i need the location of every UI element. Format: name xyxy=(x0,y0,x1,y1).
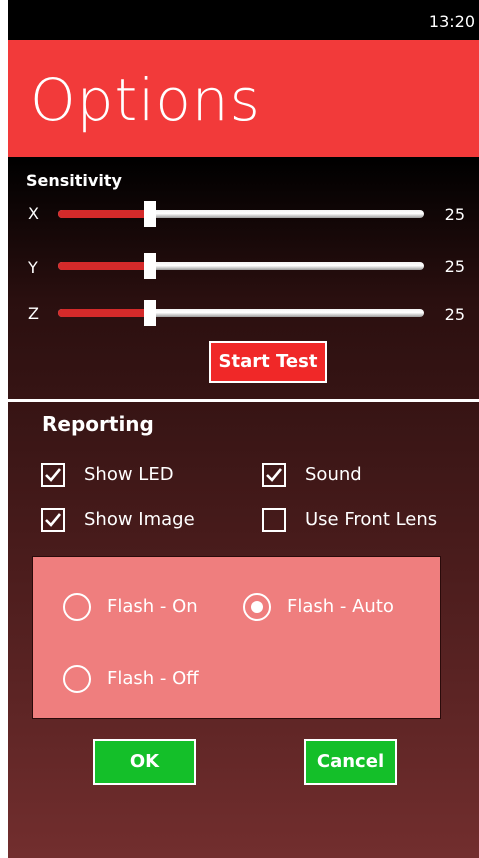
checkmark-icon xyxy=(45,513,62,527)
sound-checkbox[interactable] xyxy=(262,463,286,487)
header: Options xyxy=(8,40,479,157)
slider-x-axis-label: X xyxy=(28,204,39,223)
slider-y[interactable] xyxy=(58,253,424,279)
sound-label[interactable]: Sound xyxy=(305,464,362,485)
checkmark-icon xyxy=(45,468,62,482)
slider-y-thumb[interactable] xyxy=(143,253,156,279)
options-screen: 13:20 Options Sensitivity X 25 Y 25 Z 25… xyxy=(8,0,479,858)
flash-off-radio[interactable] xyxy=(63,665,91,693)
show-led-checkbox[interactable] xyxy=(41,463,65,487)
slider-z-axis-label: Z xyxy=(28,304,39,323)
slider-y-fill xyxy=(58,262,150,270)
slider-x-value: 25 xyxy=(444,205,465,224)
slider-z-fill xyxy=(58,309,150,317)
radio-dot-icon xyxy=(251,601,263,613)
flash-mode-panel: Flash - On Flash - Auto Flash - Off xyxy=(32,556,441,719)
use-front-lens-checkbox[interactable] xyxy=(262,508,286,532)
section-divider xyxy=(8,399,479,402)
status-time: 13:20 xyxy=(428,12,475,31)
reporting-heading: Reporting xyxy=(42,412,154,436)
slider-y-value: 25 xyxy=(444,257,465,276)
flash-off-label[interactable]: Flash - Off xyxy=(107,668,199,689)
page-title: Options xyxy=(30,66,261,134)
slider-x-fill xyxy=(58,210,150,218)
slider-x[interactable] xyxy=(58,201,424,227)
flash-on-label[interactable]: Flash - On xyxy=(107,596,198,617)
show-led-label[interactable]: Show LED xyxy=(84,464,174,485)
show-image-label[interactable]: Show Image xyxy=(84,509,195,530)
flash-on-radio[interactable] xyxy=(63,593,91,621)
flash-auto-label[interactable]: Flash - Auto xyxy=(287,596,394,617)
slider-z[interactable] xyxy=(58,300,424,326)
slider-z-thumb[interactable] xyxy=(143,300,156,326)
use-front-lens-label[interactable]: Use Front Lens xyxy=(305,509,437,530)
start-test-button[interactable]: Start Test xyxy=(209,341,327,383)
sensitivity-heading: Sensitivity xyxy=(26,171,122,190)
flash-auto-radio[interactable] xyxy=(243,593,271,621)
slider-x-thumb[interactable] xyxy=(143,201,156,227)
slider-z-value: 25 xyxy=(444,305,465,324)
checkmark-icon xyxy=(266,468,283,482)
show-image-checkbox[interactable] xyxy=(41,508,65,532)
slider-y-axis-label: Y xyxy=(28,258,38,277)
ok-button[interactable]: OK xyxy=(93,739,196,785)
status-bar: 13:20 xyxy=(8,0,479,40)
cancel-button[interactable]: Cancel xyxy=(304,739,397,785)
